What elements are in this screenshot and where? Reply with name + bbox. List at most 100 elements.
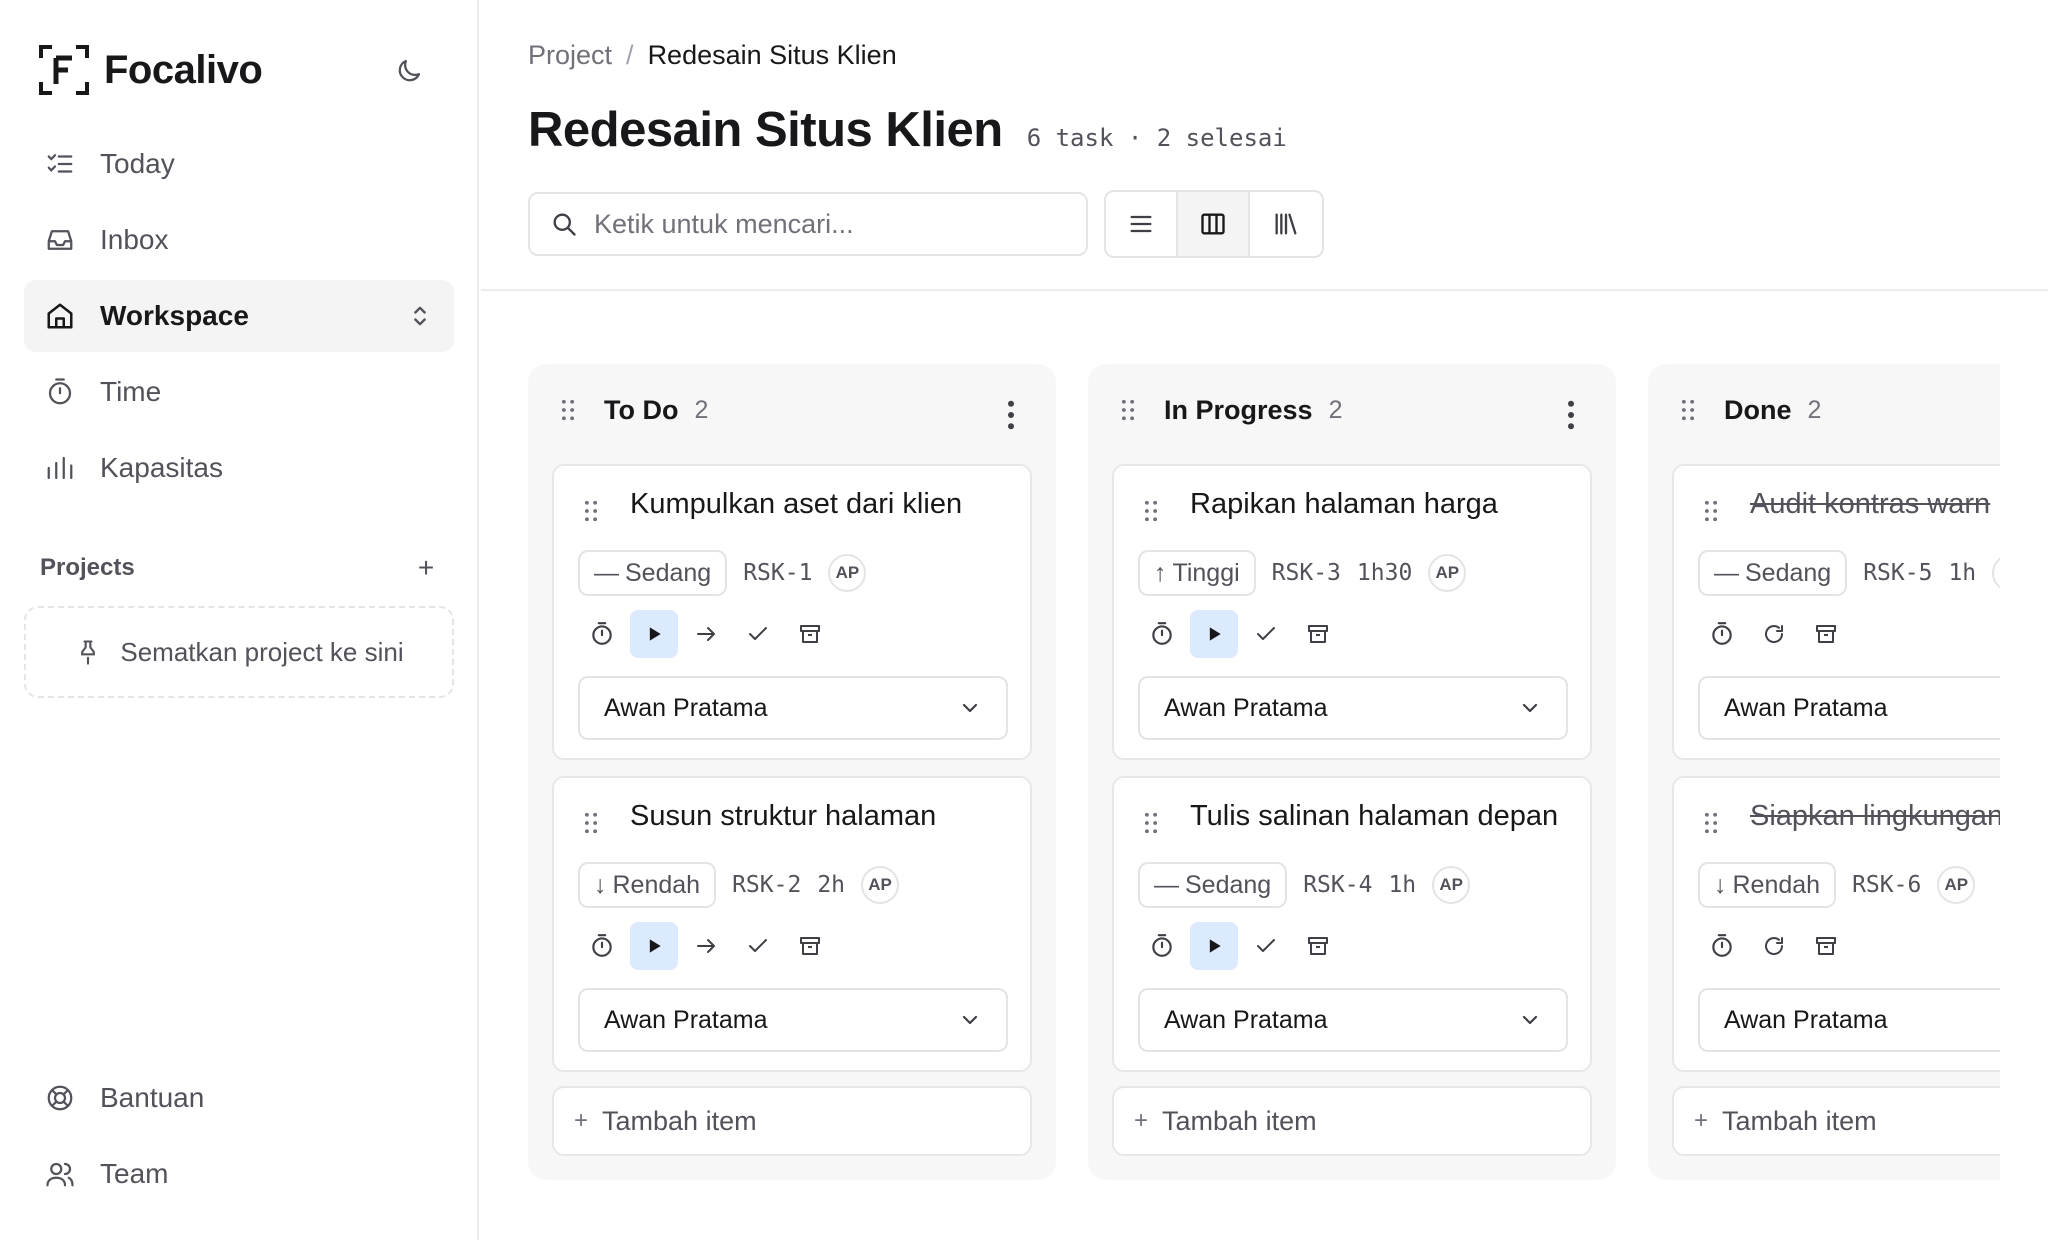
timer-icon [1712,622,1732,645]
complete-button[interactable] [1242,922,1290,970]
start-timer-button[interactable] [1190,610,1238,658]
add-item-label: Tambah item [1162,1105,1317,1136]
priority-label: Rendah [1732,870,1821,899]
archive-button[interactable] [786,922,834,970]
avatar: AP [1432,866,1471,904]
reopen-button[interactable] [1750,610,1798,658]
nav-item-bantuan[interactable]: Bantuan [24,1062,454,1134]
complete-button[interactable] [734,922,782,970]
view-list-button[interactable] [1106,192,1178,256]
view-library-button[interactable] [1250,192,1322,256]
task-card[interactable]: Rapikan halaman harga ↑ Tinggi RSK-3 1h3… [1112,464,1592,760]
drag-handle-icon[interactable] [1118,399,1138,421]
search-box[interactable] [528,192,1088,256]
priority-badge[interactable]: ↓ Rendah [578,862,717,908]
timer-button[interactable] [1698,922,1746,970]
archive-button[interactable] [1294,922,1342,970]
drag-handle-icon[interactable] [558,399,578,421]
drag-handle-icon[interactable] [1702,500,1720,522]
task-card[interactable]: Kumpulkan aset dari klien — Sedang RSK-1… [552,464,1032,760]
breadcrumb-parent[interactable]: Project [528,40,612,71]
search-input[interactable] [594,208,1054,240]
move-next-button[interactable] [682,610,730,658]
library-icon [1275,213,1297,235]
archive-icon [800,625,820,643]
nav-label: Workspace [100,300,249,331]
column-title: In Progress [1164,394,1313,425]
priority-badge[interactable]: — Sedang [578,550,728,596]
complete-button[interactable] [734,610,782,658]
nav-item-inbox[interactable]: Inbox [24,204,454,276]
timer-icon [44,376,76,408]
task-title[interactable]: Tulis salinan halaman depan [1190,800,1558,833]
task-card[interactable]: Tulis salinan halaman depan — Sedang RSK… [1112,776,1592,1072]
task-estimate: 1h [1948,560,1977,586]
task-estimate: 1h30 [1356,560,1413,586]
task-card[interactable]: Siapkan lingkungan ↓ Rendah RSK-6 AP Awa… [1672,776,2000,1072]
task-title[interactable]: Susun struktur halaman [630,800,936,833]
move-next-button[interactable] [682,922,730,970]
nav-item-workspace[interactable]: Workspace [24,280,454,352]
archive-icon [1816,625,1836,643]
column-count: 2 [1807,395,1822,424]
more-vertical-icon[interactable] [1566,400,1576,430]
moon-icon[interactable] [394,56,424,86]
assignee-select[interactable]: Awan Pratama [1698,988,2000,1052]
assignee-select[interactable]: Awan Pratama [578,988,1008,1052]
drag-handle-icon[interactable] [582,812,600,834]
timer-button[interactable] [1138,610,1186,658]
timer-icon [592,622,612,645]
add-project-button[interactable]: + [412,552,440,584]
breadcrumb-current: Redesain Situs Klien [647,40,897,70]
task-card[interactable]: Audit kontras warn — Sedang RSK-5 1h AP [1672,464,2000,760]
assignee-select[interactable]: Awan Pratama [1698,676,2000,740]
start-timer-button[interactable] [630,922,678,970]
task-card[interactable]: Susun struktur halaman ↓ Rendah RSK-2 2h… [552,776,1032,1072]
complete-button[interactable] [1242,610,1290,658]
timer-button[interactable] [1138,922,1186,970]
assignee-select[interactable]: Awan Pratama [1138,988,1568,1052]
archive-button[interactable] [786,610,834,658]
add-item-button[interactable]: + Tambah item [552,1086,1032,1156]
add-item-button[interactable]: + Tambah item [1112,1086,1592,1156]
more-vertical-icon[interactable] [1006,400,1016,430]
task-title[interactable]: Kumpulkan aset dari klien [630,488,962,521]
task-title[interactable]: Siapkan lingkungan [1750,800,2000,833]
view-board-button[interactable] [1178,192,1250,256]
nav-item-kapasitas[interactable]: Kapasitas [24,432,454,504]
task-key: RSK-1 [743,560,813,586]
task-title[interactable]: Rapikan halaman harga [1190,488,1498,521]
nav-item-time[interactable]: Time [24,356,454,428]
drag-handle-icon[interactable] [1678,399,1698,421]
brand[interactable]: Focalivo [38,44,263,96]
add-item-button[interactable]: + Tambah item [1672,1086,2000,1156]
play-icon [1209,627,1221,641]
start-timer-button[interactable] [1190,922,1238,970]
pin-project-dropzone[interactable]: Sematkan project ke sini [24,606,454,698]
drag-handle-icon[interactable] [1142,500,1160,522]
priority-badge[interactable]: ↑ Tinggi [1138,550,1256,596]
task-title[interactable]: Audit kontras warn [1750,488,1990,521]
priority-badge[interactable]: ↓ Rendah [1698,862,1837,908]
drag-handle-icon[interactable] [1142,812,1160,834]
timer-button[interactable] [578,610,626,658]
priority-badge[interactable]: — Sedang [1138,862,1288,908]
drag-handle-icon[interactable] [582,500,600,522]
priority-badge[interactable]: — Sedang [1698,550,1848,596]
chevron-up-down-icon[interactable] [406,302,434,330]
list-icon [1130,215,1152,233]
nav-item-team[interactable]: Team [24,1138,454,1210]
archive-button[interactable] [1802,610,1850,658]
timer-button[interactable] [1698,610,1746,658]
drag-handle-icon[interactable] [1702,812,1720,834]
reopen-button[interactable] [1750,922,1798,970]
archive-button[interactable] [1294,610,1342,658]
assignee-select[interactable]: Awan Pratama [578,676,1008,740]
assignee-select[interactable]: Awan Pratama [1138,676,1568,740]
users-icon [44,1158,76,1190]
nav-item-today[interactable]: Today [24,128,454,200]
timer-button[interactable] [578,922,626,970]
start-timer-button[interactable] [630,610,678,658]
archive-button[interactable] [1802,922,1850,970]
assignee-name: Awan Pratama [1164,1005,1328,1034]
